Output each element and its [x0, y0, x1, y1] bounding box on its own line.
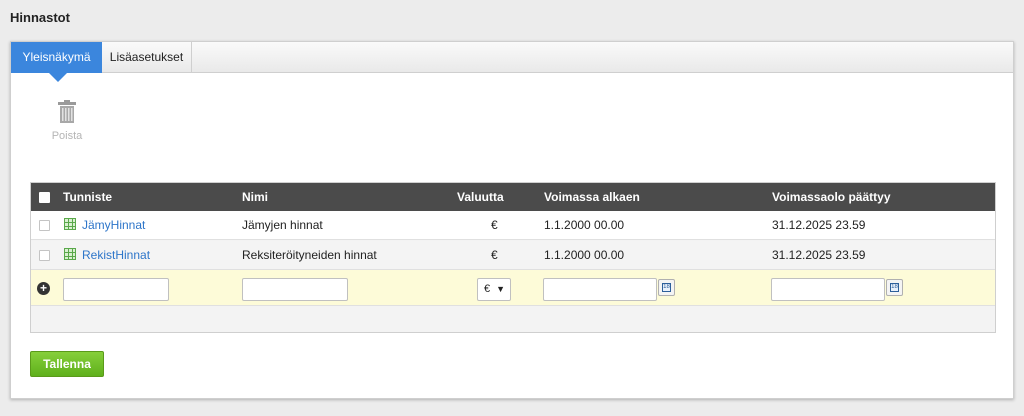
new-row: + € ▼ 18 18 [31, 270, 995, 306]
main-panel: Yleisnäkymä Lisäasetukset Poista Tunnist… [10, 41, 1014, 399]
new-currency-select[interactable]: € ▼ [477, 278, 511, 301]
table-header: Tunniste Nimi Valuutta Voimassa alkaen V… [31, 183, 995, 211]
row-name: Jämyjen hinnat [242, 218, 323, 232]
select-all-checkbox[interactable] [39, 192, 50, 203]
calendar-icon[interactable]: 18 [658, 279, 675, 296]
table-row[interactable]: JämyHinnat Jämyjen hinnat € 1.1.2000 00.… [31, 211, 995, 240]
save-button[interactable]: Tallenna [30, 351, 104, 377]
price-list-table: Tunniste Nimi Valuutta Voimassa alkaen V… [30, 182, 996, 333]
row-valid-from: 1.1.2000 00.00 [544, 248, 625, 262]
column-header-currency[interactable]: Valuutta [457, 183, 504, 211]
column-header-valid-from[interactable]: Voimassa alkaen [544, 183, 640, 211]
column-header-id[interactable]: Tunniste [63, 183, 112, 211]
chevron-down-icon: ▼ [496, 284, 505, 294]
delete-label: Poista [51, 130, 83, 142]
tab-bar: Yleisnäkymä Lisäasetukset [11, 42, 1013, 82]
trash-icon [58, 100, 76, 123]
new-valid-until-input[interactable] [771, 278, 885, 301]
page-title: Hinnastot [10, 10, 70, 25]
tab-overview[interactable]: Yleisnäkymä [11, 42, 102, 82]
row-id-link[interactable]: JämyHinnat [82, 218, 145, 232]
currency-selected-value: € [484, 283, 491, 295]
new-name-input[interactable] [242, 278, 348, 301]
row-checkbox[interactable] [39, 250, 50, 261]
column-header-valid-until[interactable]: Voimassaolo päättyy [772, 183, 891, 211]
add-row-icon[interactable]: + [37, 282, 50, 295]
new-valid-from-input[interactable] [543, 278, 657, 301]
calendar-icon[interactable]: 18 [886, 279, 903, 296]
row-currency: € [491, 218, 498, 232]
row-checkbox[interactable] [39, 220, 50, 231]
price-list-icon [64, 248, 76, 260]
table-row[interactable]: RekistHinnat Reksiteröityneiden hinnat €… [31, 241, 995, 270]
row-valid-from: 1.1.2000 00.00 [544, 218, 625, 232]
new-id-input[interactable] [63, 278, 169, 301]
price-list-icon [64, 218, 76, 230]
row-name: Reksiteröityneiden hinnat [242, 248, 377, 262]
delete-button[interactable]: Poista [49, 100, 85, 142]
tab-advanced-settings[interactable]: Lisäasetukset [102, 42, 192, 73]
row-valid-until: 31.12.2025 23.59 [772, 248, 866, 262]
row-valid-until: 31.12.2025 23.59 [772, 218, 866, 232]
row-currency: € [491, 248, 498, 262]
row-id-link[interactable]: RekistHinnat [82, 248, 150, 262]
column-header-name[interactable]: Nimi [242, 183, 268, 211]
